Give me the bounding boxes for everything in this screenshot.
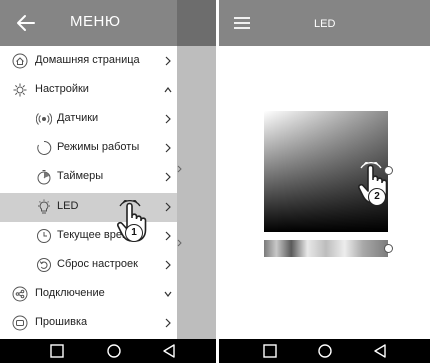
menu-item-modes[interactable]: Режимы работы [0, 134, 177, 163]
step-number-badge: 2 [368, 188, 386, 206]
menu-item-led[interactable]: LED [0, 193, 177, 222]
back-arrow-icon[interactable] [14, 11, 38, 35]
circle-home-icon[interactable] [106, 343, 122, 359]
menu-item-connection[interactable]: Подключение [0, 280, 177, 309]
timer-icon [37, 170, 51, 185]
menu-item-settings[interactable]: Настройки [0, 76, 177, 105]
menu-item-label: Прошивка [35, 316, 88, 328]
menu-item-current-time[interactable]: Текущее время [0, 222, 177, 251]
scrim-chevron-icon [177, 239, 182, 247]
chevron-right-icon [165, 56, 171, 66]
chevron-up-icon [164, 87, 172, 93]
chevron-down-icon [164, 291, 172, 297]
menu-item-reset[interactable]: Сброс настроек [0, 251, 177, 280]
circle-home-icon[interactable] [317, 343, 333, 359]
chevron-right-icon [165, 260, 171, 270]
mode-icon [37, 140, 52, 155]
sensor-icon [36, 113, 52, 125]
chevron-right-icon [165, 202, 171, 212]
menu-item-label: Таймеры [57, 170, 104, 182]
scrim-app-bar [177, 0, 216, 46]
chevron-right-icon [165, 114, 171, 124]
menu-item-firmware[interactable]: Прошивка [0, 309, 177, 338]
reset-icon [37, 258, 51, 272]
drawer-title: МЕНЮ [70, 13, 121, 30]
chevron-right-icon [165, 318, 171, 328]
chevron-right-icon [165, 143, 171, 153]
triangle-back-icon[interactable] [161, 343, 177, 359]
menu-item-timers[interactable]: Таймеры [0, 163, 177, 192]
menu-item-sensors[interactable]: Датчики [0, 105, 177, 134]
chevron-right-icon [165, 231, 171, 241]
home-icon [12, 53, 28, 69]
menu-item-label: LED [57, 200, 79, 212]
triangle-back-icon[interactable] [372, 343, 388, 359]
firmware-icon [12, 315, 28, 331]
menu-item-home[interactable]: Домашняя страница [0, 47, 177, 76]
menu-item-label: Режимы работы [57, 141, 140, 153]
bulb-icon [38, 199, 50, 214]
menu-item-label: Настройки [35, 83, 89, 95]
hamburger-menu-icon[interactable] [234, 17, 250, 29]
hue-slider[interactable] [264, 240, 388, 257]
menu-item-label: Домашняя страница [35, 54, 140, 66]
menu-item-label: Сброс настроек [57, 258, 138, 270]
page-title: LED [314, 18, 336, 30]
scrim-chevron-icon [177, 165, 182, 173]
clock-icon [37, 229, 51, 243]
square-recents-icon[interactable] [262, 343, 278, 359]
hue-slider-handle[interactable] [384, 244, 393, 253]
menu-item-label: Подключение [35, 287, 105, 299]
step-number-badge: 1 [125, 224, 143, 242]
connection-icon [12, 286, 28, 302]
square-recents-icon[interactable] [49, 343, 65, 359]
settings-icon [13, 83, 27, 97]
menu-item-label: Датчики [57, 112, 99, 124]
chevron-right-icon [165, 172, 171, 182]
